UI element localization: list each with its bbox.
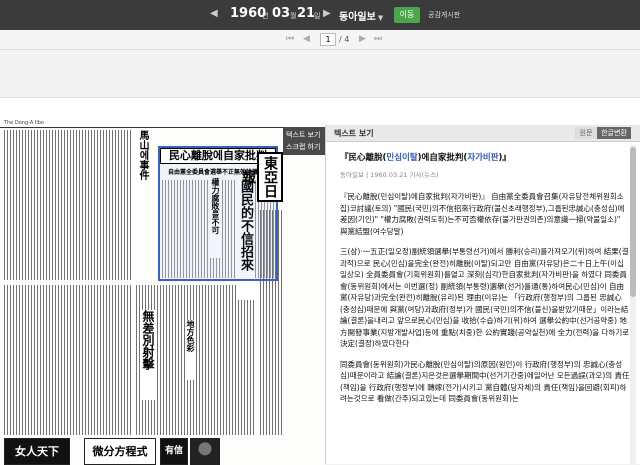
newspaper-select[interactable]: 동아일보 ▼	[339, 8, 383, 23]
next-page-icon[interactable]: ▶	[359, 34, 366, 44]
original-toggle[interactable]: 원문	[575, 127, 597, 139]
year-unit: 년	[262, 12, 269, 20]
prev-year-icon[interactable]: ◀	[210, 8, 218, 19]
article-title: 『民心離脫(민심이탈)에自家批判(자가비판)』	[340, 153, 511, 163]
korean-convert-toggle[interactable]: 한글변환	[597, 127, 631, 139]
portrait-photo	[190, 438, 220, 465]
article-meta: 동아일보 | 1960.03.21 기사(뉴스)	[340, 170, 439, 179]
text-view-panel: 텍스트 보기 원문 한글변환 『民心離脫(민심이탈)에自家批判(자가비판)』 동…	[325, 125, 640, 464]
panel-header: 텍스트 보기 원문 한글변환	[326, 125, 640, 142]
vertical-headline: 地方色彩	[185, 320, 196, 380]
advertisement: 女人天下	[4, 438, 70, 465]
page-navigator: ⏮ ◀ 1 / 4 ▶ ⏭	[0, 30, 640, 50]
scrollbar-thumb[interactable]	[630, 147, 636, 297]
advertisement: 有信	[160, 438, 188, 465]
top-toolbar: ◀ 1960 년 03 월 21 일 ▶ 동아일보 ▼ 이동 공감게시판	[0, 0, 640, 30]
share-board-link[interactable]: 공감게시판	[428, 10, 460, 20]
article-paragraph: 同委員會(동위원회)가民心離脫(민심이탈)의原因(원인)이 行政府(행정부)의 …	[340, 359, 630, 404]
next-day-icon[interactable]: ▶	[323, 8, 331, 19]
newspaper-select-label: 동아일보	[339, 12, 376, 23]
panel-title: 텍스트 보기	[334, 129, 374, 138]
year-value[interactable]: 1960	[230, 6, 266, 21]
last-page-icon[interactable]: ⏭	[374, 34, 382, 44]
go-button[interactable]: 이동	[394, 7, 420, 23]
vertical-headline: 馬山에事件	[135, 130, 150, 200]
month-value[interactable]: 03	[272, 6, 290, 21]
text-view-tab[interactable]: 텍스트 보기	[286, 129, 322, 141]
side-tab-menu: 텍스트 보기 스크랩 하기	[283, 127, 325, 155]
article-text: 『民心離脫(민심이탈)에自家批判(자가비판)』 동아일보 | 1960.03.2…	[340, 153, 630, 414]
newspaper-page-image[interactable]: The Dong-A Ilbo 馬山에事件 國民的不信招來 權力腐敗를不可 無差…	[0, 120, 325, 465]
month-unit: 월	[290, 12, 297, 20]
article-paragraph: 三(삼)·一五正(일오정)副統領選擧(부통령선거)에서 勝利(승리)를가져오기(…	[340, 247, 630, 348]
article-paragraph: 『民心離脫(민심이탈)에自家批判(자가비판)』 自由黨全委員會召集(자유당전체위…	[340, 192, 625, 236]
advertisement: 微分方程式	[84, 438, 156, 465]
chevron-down-icon: ▼	[377, 14, 384, 22]
prev-page-icon[interactable]: ◀	[303, 34, 310, 44]
day-value[interactable]: 21	[297, 6, 315, 21]
page-total: / 4	[339, 35, 350, 44]
day-unit: 일	[314, 12, 321, 20]
vertical-headline: 無差別射擊	[140, 310, 157, 400]
newspaper-masthead: 東亞日報	[240, 152, 283, 202]
text-columns	[4, 130, 132, 280]
first-page-icon[interactable]: ⏮	[286, 34, 294, 44]
page-number-input[interactable]: 1	[320, 33, 336, 46]
panel-scrollbar[interactable]	[630, 145, 636, 464]
scrap-tab[interactable]: 스크랩 하기	[286, 141, 322, 153]
text-columns	[4, 285, 132, 435]
newspaper-header-line: The Dong-A Ilbo	[0, 120, 325, 128]
